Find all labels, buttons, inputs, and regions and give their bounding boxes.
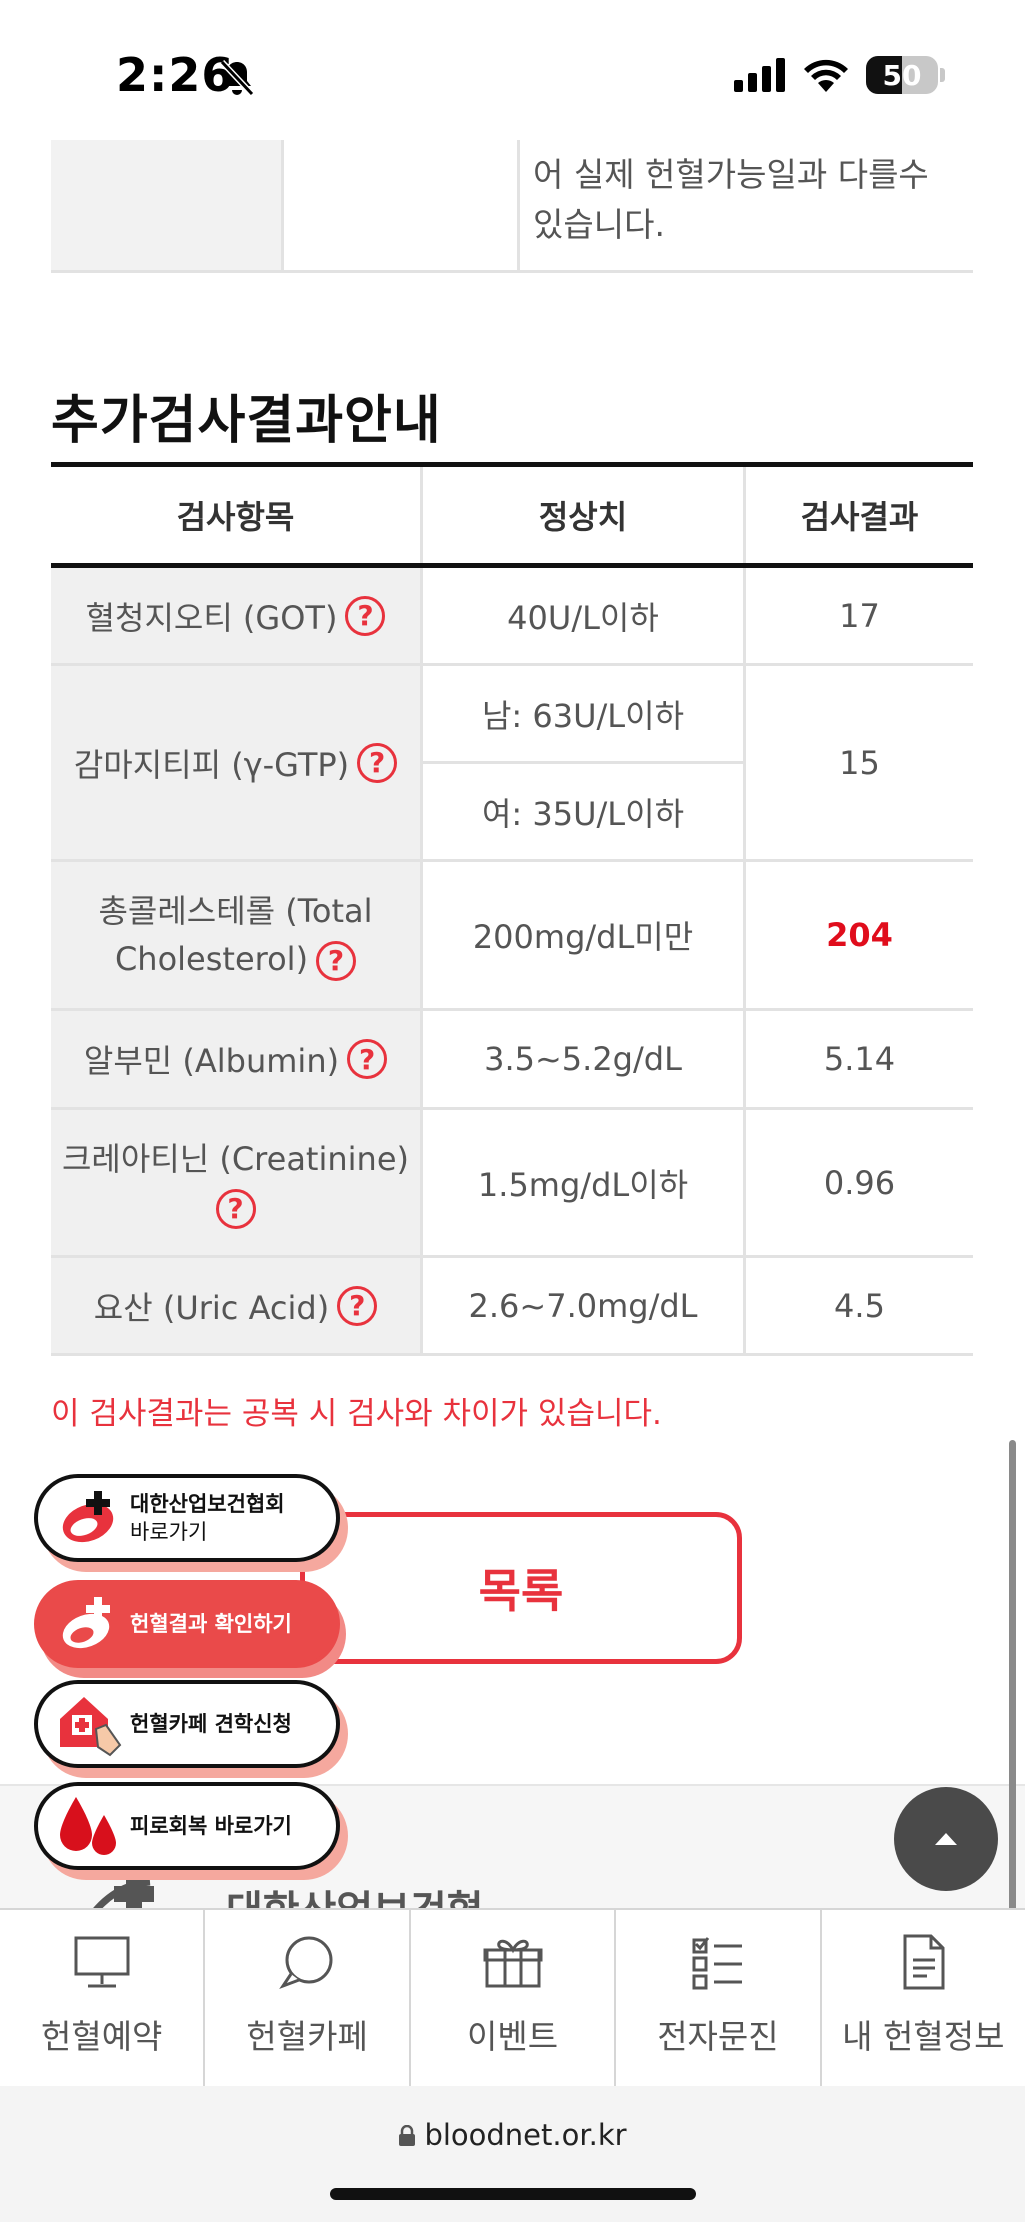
nav-label: 헌혈예약 [40, 2017, 163, 2056]
fab-label: 대한산업보건협회 [130, 1492, 285, 1516]
browser-url-bar[interactable]: bloodnet.or.kr [0, 2086, 1025, 2222]
nav-cafe[interactable]: 헌혈카페 [205, 1910, 411, 2088]
fasting-notice: 이 검사결과는 공복 시 검사와 차이가 있습니다. [51, 1396, 662, 1432]
scrollbar[interactable] [1009, 1440, 1016, 1970]
gift-box-icon [483, 1939, 543, 1988]
table-row: 총콜레스테롤 (Total Cholesterol)? 200mg/dL미만 2… [51, 862, 973, 1011]
chat-icon [279, 1936, 333, 1990]
wifi-icon [804, 59, 848, 92]
kiha-logo-icon [62, 1491, 114, 1543]
row-normal-male: 남: 63U/L이하 [423, 666, 743, 764]
status-time: 2:26 [116, 48, 235, 102]
row-normal: 3.5~5.2g/dL [423, 1011, 746, 1107]
cafe-tour-icon [60, 1697, 122, 1757]
nav-questionnaire[interactable]: 전자문진 [616, 1910, 822, 2088]
fab-label: 헌혈카페 견학신청 [130, 1712, 292, 1736]
table-row: 감마지티피 (γ-GTP)? 남: 63U/L이하 여: 35U/L이하 15 [51, 666, 973, 862]
scroll-top-button[interactable] [894, 1787, 998, 1891]
fab-sublabel: 바로가기 [130, 1520, 208, 1544]
help-icon[interactable]: ? [345, 595, 386, 636]
row-item: 알부민 (Albumin) [83, 1042, 340, 1080]
nav-my-info[interactable]: 내 헌혈정보 [822, 1910, 1025, 2088]
home-indicator[interactable] [330, 2188, 696, 2200]
row-item-line1: 총콜레스테롤 (Total [98, 892, 373, 930]
document-icon [903, 1934, 945, 1990]
table-row: 요산 (Uric Acid)? 2.6~7.0mg/dL 4.5 [51, 1258, 973, 1356]
previous-table-fragment: 어 실제 헌혈가능일과 다를수 있습니다. [51, 140, 973, 273]
list-button[interactable]: 목록 [300, 1512, 742, 1664]
help-icon[interactable]: ? [215, 1188, 256, 1229]
row-result: 0.96 [823, 1163, 896, 1202]
checklist-icon [692, 1937, 742, 1990]
battery-icon: 50 [866, 56, 938, 94]
footer-logo: 대한산업보건협회 [80, 1870, 520, 1910]
blood-drop-icon [60, 1797, 116, 1855]
row-item: 감마지티피 (γ-GTP) [73, 745, 350, 784]
bell-muted-icon [219, 59, 255, 97]
row-normal: 200mg/dL미만 [423, 862, 746, 1008]
test-results-table: 검사항목 정상치 검사결과 혈청지오티 (GOT)? 40U/L이하 17 감마… [51, 462, 973, 1356]
header-normal: 정상치 [423, 467, 746, 563]
table-row: 알부민 (Albumin)? 3.5~5.2g/dL 5.14 [51, 1011, 973, 1110]
row-item: 크레아티닌 (Creatinine) [61, 1139, 409, 1178]
row-result: 17 [839, 596, 880, 635]
url-text: bloodnet.or.kr [424, 2118, 627, 2152]
footer-logo-text: 대한산업보건협회 [226, 1878, 520, 1910]
section-title: 추가검사결과안내 [51, 391, 442, 451]
lock-icon [399, 2124, 416, 2146]
bottom-nav: 헌혈예약 헌혈카페 이벤트 전자문진 내 헌혈정보 [0, 1908, 1025, 2088]
fab-label: 피로회복 바로가기 [130, 1814, 292, 1838]
table-header-row: 검사항목 정상치 검사결과 [51, 467, 973, 568]
row-item: 요산 (Uric Acid) [93, 1288, 330, 1327]
table-row: 혈청지오티 (GOT)? 40U/L이하 17 [51, 568, 973, 666]
nav-event[interactable]: 이벤트 [411, 1910, 617, 2088]
kiha-logo-icon [91, 1874, 154, 1910]
table-note: 어 실제 헌혈가능일과 다를수 있습니다. [533, 155, 929, 244]
signal-icon [734, 58, 785, 92]
fatigue-recovery-button[interactable]: 피로회복 바로가기 [34, 1782, 340, 1870]
row-result: 4.5 [834, 1286, 885, 1325]
cafe-tour-button[interactable]: 헌혈카페 견학신청 [34, 1680, 340, 1768]
row-normal: 1.5mg/dL이하 [423, 1110, 746, 1255]
blood-result-icon [62, 1597, 110, 1649]
help-icon[interactable]: ? [337, 1285, 378, 1326]
kiha-shortcut-button[interactable]: 대한산업보건협회 바로가기 [34, 1474, 340, 1562]
nav-label: 내 헌혈정보 [842, 2017, 1005, 2056]
blood-result-button[interactable]: 헌혈결과 확인하기 [34, 1580, 340, 1668]
help-icon[interactable]: ? [357, 742, 398, 783]
help-icon[interactable]: ? [347, 1039, 388, 1079]
table-row: 크레아티닌 (Creatinine) ? 1.5mg/dL이하 0.96 [51, 1110, 973, 1258]
help-icon[interactable]: ? [316, 941, 357, 981]
status-bar: 2:26 50 [0, 0, 1025, 140]
nav-label: 헌혈카페 [246, 2017, 368, 2056]
row-normal: 40U/L이하 [423, 568, 746, 663]
monitor-icon [74, 1936, 130, 1988]
header-item: 검사항목 [51, 467, 423, 563]
nav-label: 전자문진 [657, 2017, 779, 2056]
nav-reservation[interactable]: 헌혈예약 [0, 1910, 206, 2088]
row-result-highlight: 204 [826, 916, 893, 954]
battery-level: 50 [882, 59, 922, 92]
row-result: 15 [839, 743, 880, 782]
row-normal-female: 여: 35U/L이하 [481, 794, 685, 833]
caret-up-icon [935, 1833, 957, 1845]
nav-label: 이벤트 [466, 2017, 559, 2056]
header-result: 검사결과 [746, 467, 973, 563]
row-result: 5.14 [823, 1040, 896, 1078]
row-normal: 2.6~7.0mg/dL [423, 1258, 746, 1353]
fab-label: 헌혈결과 확인하기 [130, 1612, 292, 1636]
row-item: 혈청지오티 (GOT) [85, 598, 338, 637]
